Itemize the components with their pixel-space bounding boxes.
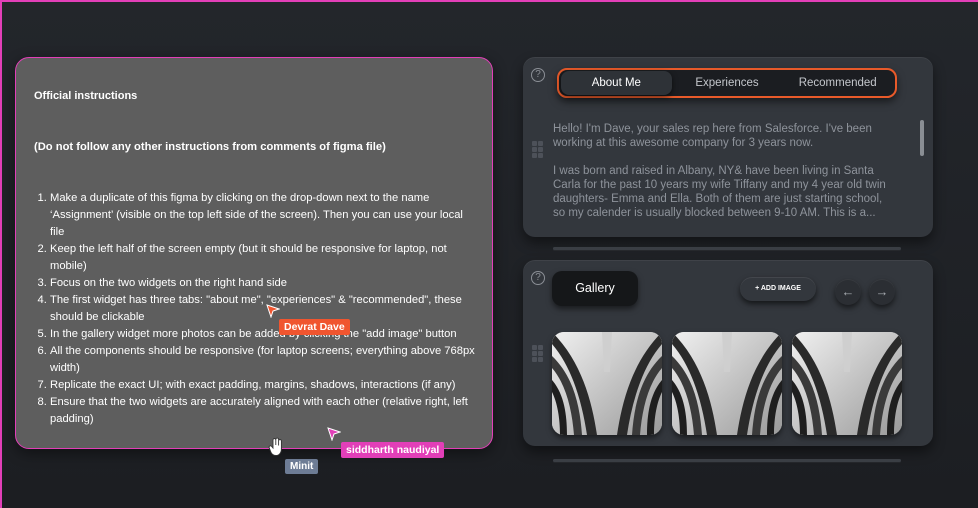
widget-divider [553,247,901,250]
instruction-item: The first widget has three tabs: "about … [50,292,480,326]
widget-divider [553,459,901,462]
content-scrollbar[interactable] [920,120,924,156]
collaborator-tag: siddharth naudiyal [341,442,445,458]
collaborator-tag: Minit [285,459,319,474]
instruction-item: Make a duplicate of this figma by clicki… [50,190,480,241]
about-me-content[interactable]: Hello! I'm Dave, your sales rep here fro… [553,122,893,222]
gallery-image[interactable] [672,332,782,435]
gallery-image[interactable] [552,332,662,435]
gallery-widget: ? Gallery + ADD IMAGE ← → [523,260,933,446]
about-paragraph: Hello! I'm Dave, your sales rep here fro… [553,123,872,149]
instruction-item: Ensure that the two widgets are accurate… [50,394,480,428]
hand-cursor-icon [268,437,282,456]
instructions-heading: Official instructions [34,90,138,102]
grid-icon [532,141,544,158]
cursor-arrow-icon [327,427,341,441]
instructions-subheading: (Do not follow any other instructions fr… [34,141,386,153]
help-icon[interactable]: ? [531,68,545,82]
tab-about-me[interactable]: About Me [561,71,672,95]
profile-widget: ? About Me Experiences Recommended Hello… [523,57,933,237]
tab-experiences[interactable]: Experiences [672,71,783,95]
arrow-left-icon[interactable]: ← [835,279,861,305]
cursor-arrow-icon [266,304,280,318]
instructions-list: Make a duplicate of this figma by clicki… [34,190,480,428]
add-image-button[interactable]: + ADD IMAGE [740,277,816,301]
arrow-right-icon[interactable]: → [869,279,895,305]
profile-tabs: About Me Experiences Recommended [557,68,897,98]
gallery-image[interactable] [792,332,902,435]
about-paragraph: I was born and raised in Albany, NY& hav… [553,165,886,219]
collaborator-tag: Devrat Dave [279,319,350,335]
tab-recommended[interactable]: Recommended [782,71,893,95]
instruction-item: Replicate the exact UI; with exact paddi… [50,377,480,394]
grid-icon [532,345,544,362]
instruction-item: Focus on the two widgets on the right ha… [50,275,480,292]
instruction-item: Keep the left half of the screen empty (… [50,241,480,275]
instructions-panel: Official instructions (Do not follow any… [15,57,493,449]
instruction-item: In the gallery widget more photos can be… [50,326,480,343]
instruction-item: All the components should be responsive … [50,343,480,377]
gallery-title: Gallery [552,271,638,306]
help-icon[interactable]: ? [531,271,545,285]
